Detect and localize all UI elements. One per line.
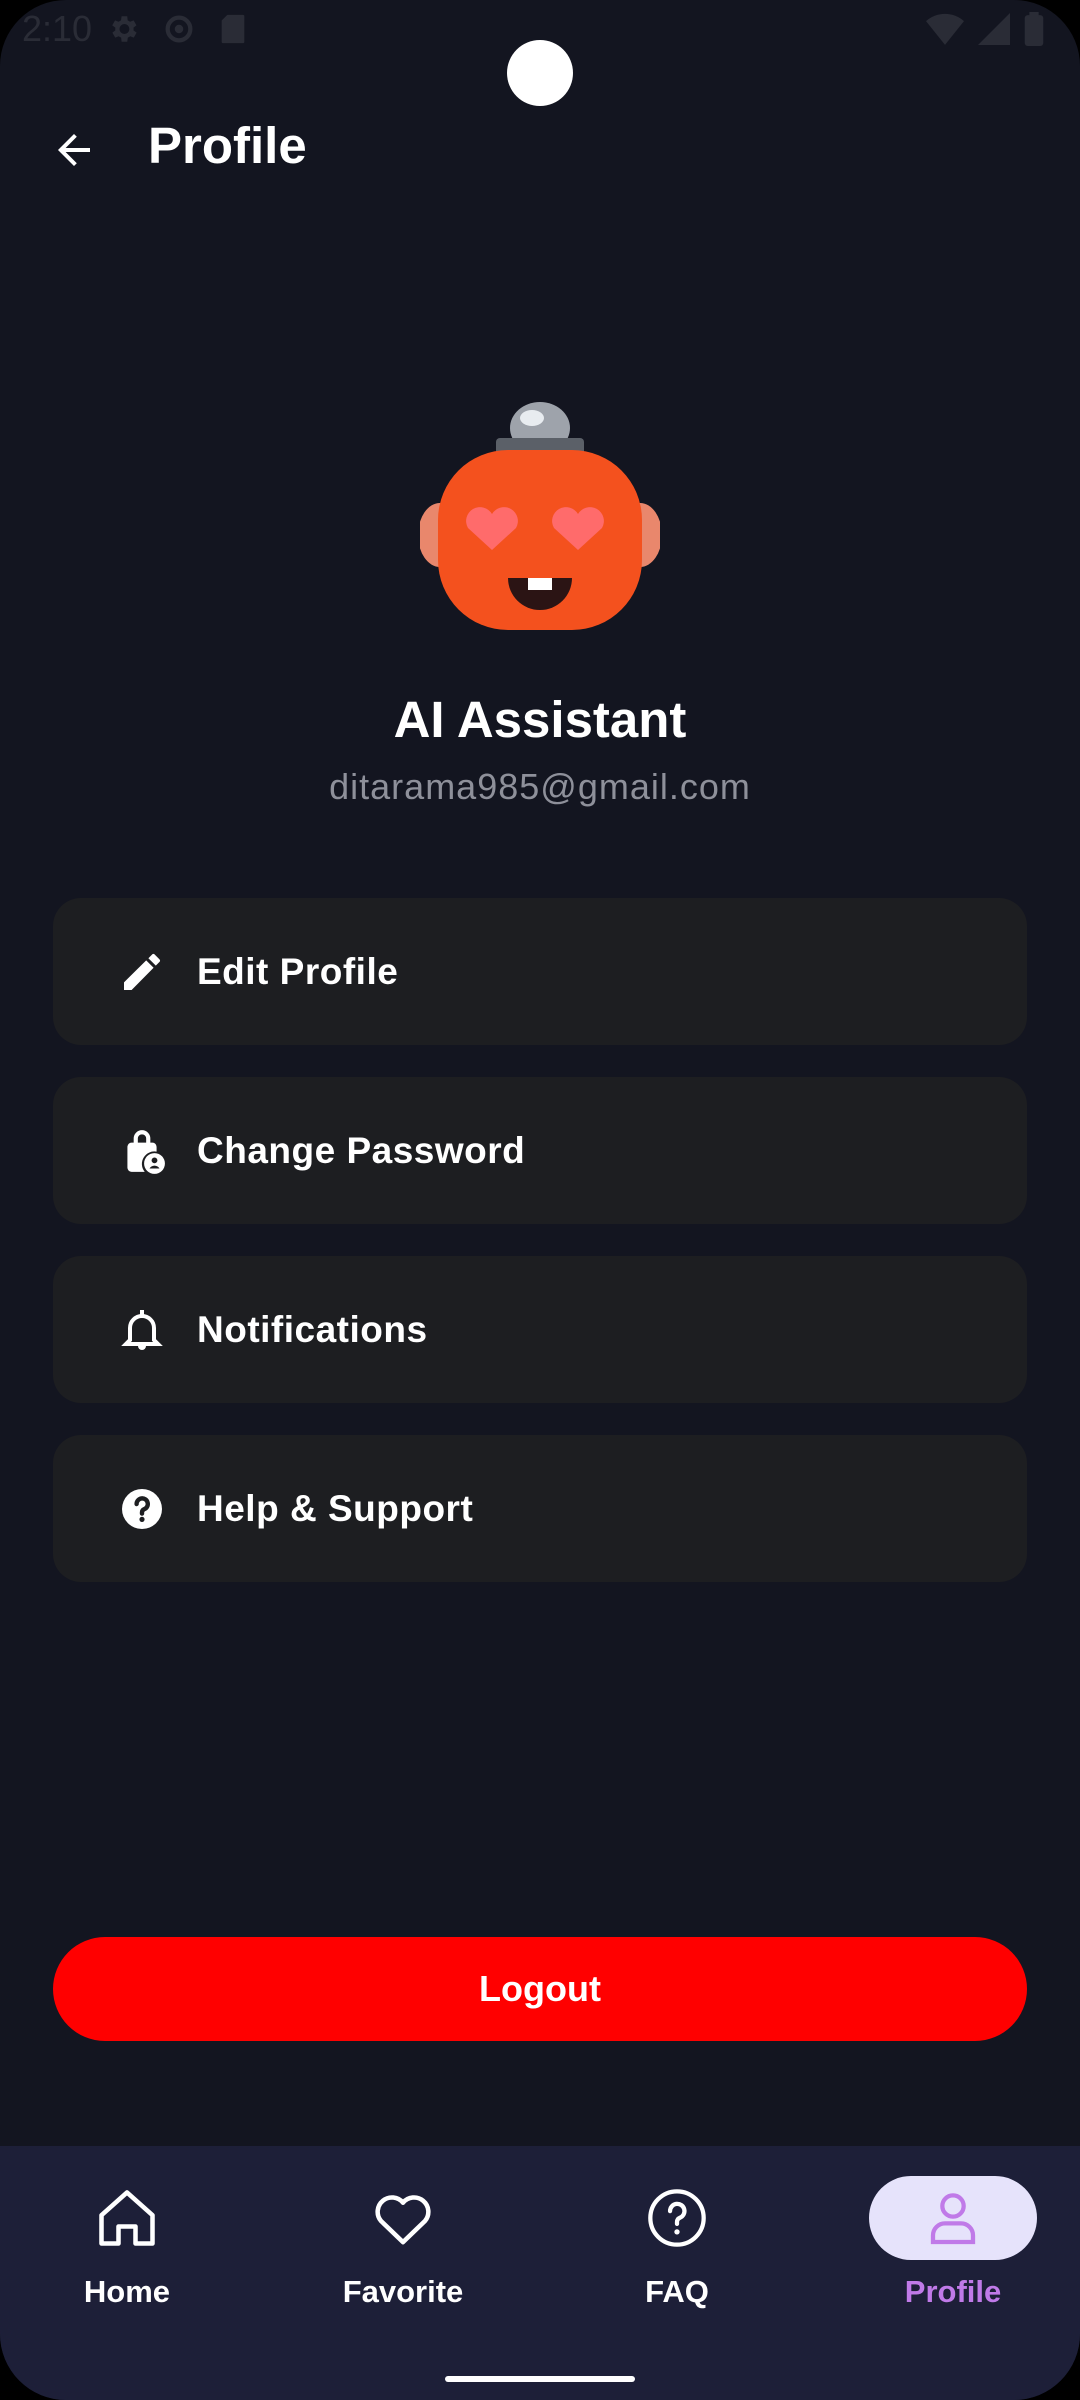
pencil-icon <box>107 937 177 1007</box>
arrow-left-icon <box>58 134 90 166</box>
robot-heart-eyes-avatar <box>418 402 662 630</box>
help-circle-outline-icon <box>593 2176 761 2260</box>
app-bar: Profile <box>0 110 1080 186</box>
bell-icon <box>107 1295 177 1365</box>
menu-item-change-password[interactable]: Change Password <box>53 1077 1027 1224</box>
profile-menu: Edit Profile Change Password Notificatio… <box>53 898 1027 1614</box>
menu-item-help-support[interactable]: Help & Support <box>53 1435 1027 1582</box>
home-indicator[interactable] <box>445 2376 635 2382</box>
home-icon <box>43 2176 211 2260</box>
gear-icon <box>106 12 140 51</box>
nav-label: Home <box>83 2274 171 2309</box>
wifi-icon <box>926 13 964 50</box>
menu-item-label: Change Password <box>197 1129 526 1171</box>
status-right-icons <box>926 12 1044 51</box>
profile-email: ditarama985@gmail.com <box>329 766 751 807</box>
back-button[interactable] <box>44 120 104 180</box>
settings-icon <box>162 12 196 51</box>
nav-label: Profile <box>904 2274 1002 2309</box>
nav-item-profile[interactable]: Profile <box>853 2176 1053 2326</box>
front-camera <box>507 40 573 106</box>
menu-item-label: Edit Profile <box>197 950 399 992</box>
logout-button[interactable]: Logout <box>53 1937 1027 2041</box>
menu-item-notifications[interactable]: Notifications <box>53 1256 1027 1403</box>
battery-icon <box>1024 12 1044 51</box>
bottom-nav: Home Favorite FAQ Profile <box>0 2146 1080 2400</box>
status-time: 2:10 <box>22 8 93 49</box>
sd-card-icon <box>218 12 248 51</box>
lock-person-icon <box>107 1116 177 1186</box>
signal-icon <box>978 13 1010 50</box>
nav-item-favorite[interactable]: Favorite <box>303 2176 503 2326</box>
menu-item-label: Help & Support <box>197 1487 474 1529</box>
profile-screen: 2:10 Profile AI Assistant ditarama985@gm… <box>0 0 1080 2400</box>
avatar <box>418 400 662 640</box>
profile-name: AI Assistant <box>393 691 687 748</box>
page-title: Profile <box>148 117 307 174</box>
nav-label: Favorite <box>342 2274 464 2309</box>
help-circle-icon <box>107 1474 177 1544</box>
nav-label: FAQ <box>645 2274 709 2309</box>
menu-item-edit-profile[interactable]: Edit Profile <box>53 898 1027 1045</box>
nav-item-faq[interactable]: FAQ <box>577 2176 777 2326</box>
nav-item-home[interactable]: Home <box>27 2176 227 2326</box>
status-left-icons <box>106 12 248 51</box>
person-icon <box>869 2176 1037 2260</box>
heart-icon <box>319 2176 487 2260</box>
menu-item-label: Notifications <box>197 1308 428 1350</box>
